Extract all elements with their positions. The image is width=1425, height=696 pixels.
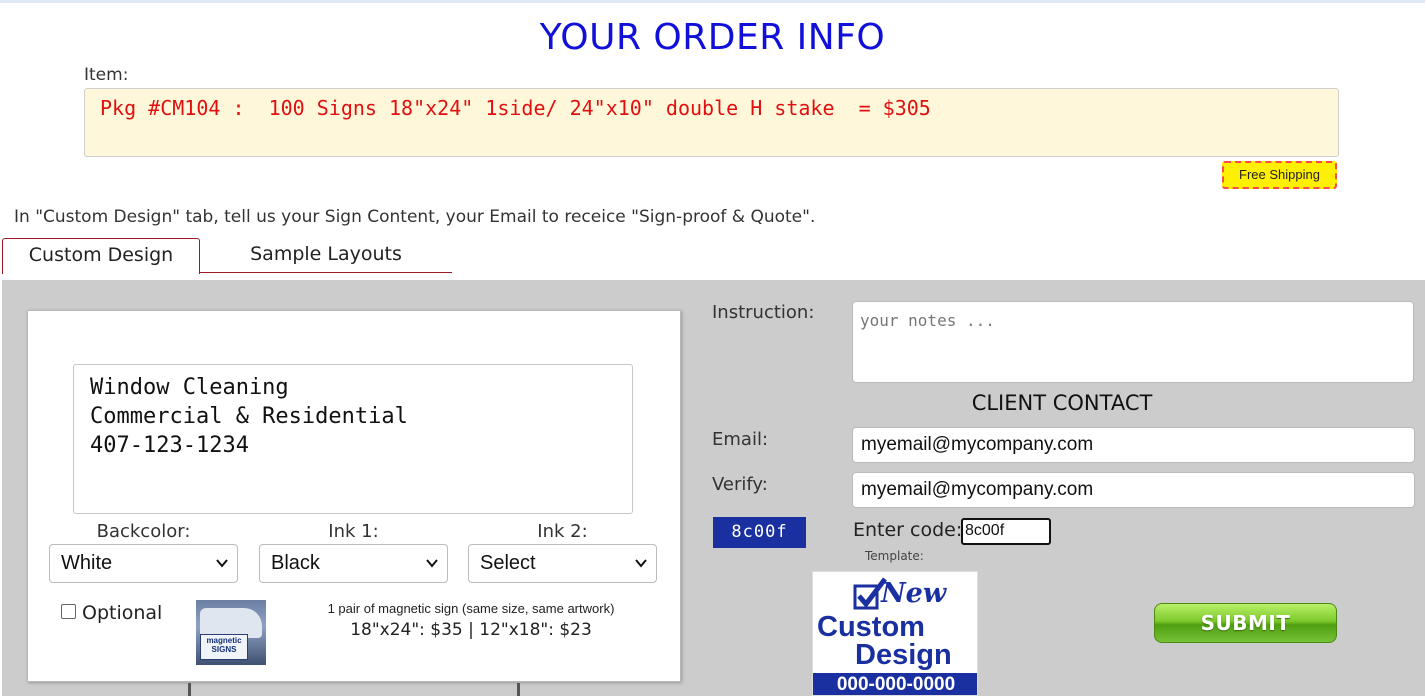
ink2-label: Ink 2:: [537, 521, 588, 542]
ink1-value: Black: [271, 552, 320, 574]
template-custom-text: Custom: [817, 611, 925, 643]
verify-label: Verify:: [712, 474, 768, 495]
page-title: YOUR ORDER INFO: [539, 17, 886, 58]
email-label: Email:: [712, 429, 769, 450]
magnetic-prices: 18"x24": $35 | 12"x18": $23: [350, 620, 592, 640]
submit-button[interactable]: SUBMIT: [1154, 603, 1337, 643]
captcha-image: 8c00f: [713, 517, 806, 548]
captcha-code-input[interactable]: 8c00f: [961, 518, 1051, 545]
chevron-down-icon: [635, 559, 647, 568]
template-image[interactable]: New Custom Design 000-000-0000: [812, 571, 978, 696]
email-field[interactable]: myemail@mycompany.com: [852, 427, 1415, 463]
client-contact-heading: CLIENT CONTACT: [971, 391, 1153, 415]
stake-post: [188, 683, 191, 696]
stake-post: [517, 683, 520, 696]
instruction-label: Instruction:: [712, 302, 815, 323]
ink1-select[interactable]: Black: [259, 544, 448, 583]
chevron-down-icon: [216, 559, 228, 568]
free-shipping-badge: Free Shipping: [1222, 161, 1337, 189]
enter-code-label: Enter code:: [853, 519, 963, 541]
chevron-down-icon: [426, 559, 438, 568]
backcolor-value: White: [61, 552, 113, 574]
optional-label: Optional: [82, 602, 163, 624]
magnetic-sign-logo: magnetic SIGNS: [200, 634, 248, 660]
optional-checkbox[interactable]: [61, 604, 76, 619]
backcolor-label: Backcolor:: [96, 521, 191, 542]
template-label: Template:: [865, 549, 924, 563]
magnetic-description: 1 pair of magnetic sign (same size, same…: [327, 601, 615, 616]
instructions-text: In "Custom Design" tab, tell us your Sig…: [14, 207, 816, 227]
backcolor-select[interactable]: White: [49, 544, 238, 583]
sign-content-textarea[interactable]: Window Cleaning Commercial & Residential…: [73, 364, 633, 514]
item-label: Item:: [84, 65, 129, 85]
template-design-text: Design: [855, 639, 952, 671]
item-field[interactable]: Pkg #CM104 : 100 Signs 18"x24" 1side/ 24…: [84, 88, 1339, 157]
template-new-text: New: [881, 578, 947, 609]
tab-custom-design[interactable]: Custom Design: [2, 238, 200, 274]
ink2-select[interactable]: Select: [468, 544, 657, 583]
ink2-value: Select: [480, 552, 536, 574]
ink1-label: Ink 1:: [328, 521, 379, 542]
magnetic-sign-image: magnetic SIGNS: [196, 600, 266, 665]
tab-sample-layouts[interactable]: Sample Layouts: [200, 238, 452, 273]
notes-textarea[interactable]: your notes ...: [852, 301, 1414, 383]
verify-email-field[interactable]: myemail@mycompany.com: [852, 472, 1415, 508]
